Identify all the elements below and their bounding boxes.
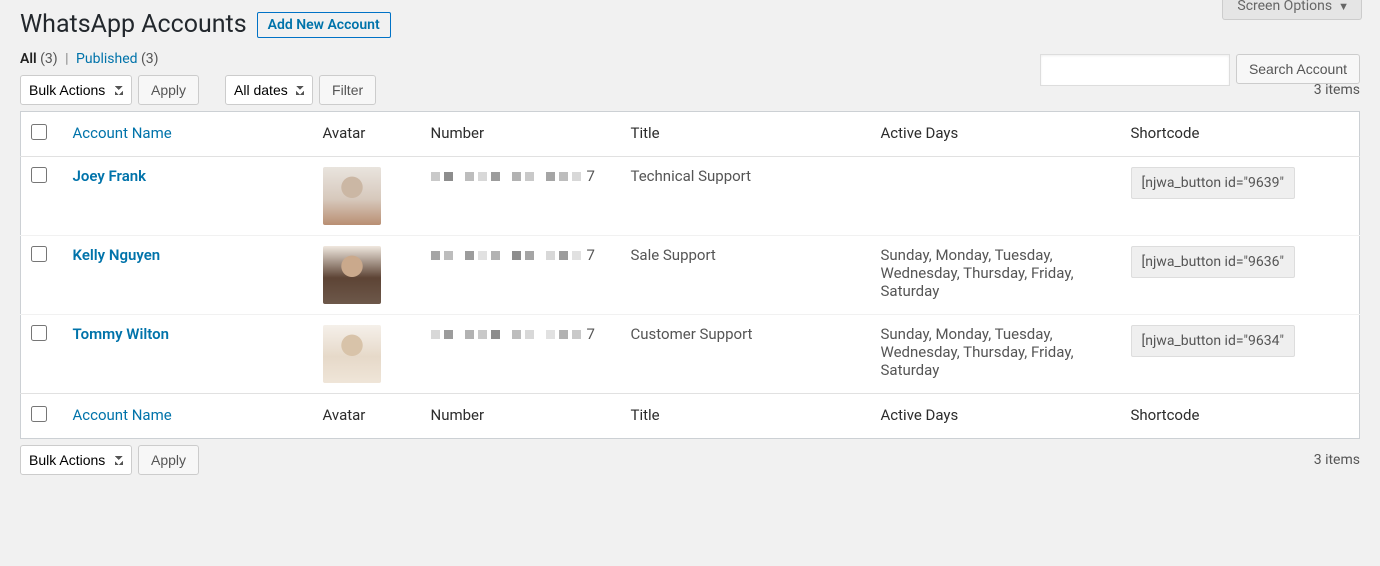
shortcode-box[interactable]: [njwa_button id="9634" (1131, 325, 1295, 357)
column-active-days-header: Active Days (871, 112, 1121, 157)
bulk-apply-button-bottom[interactable]: Apply (138, 445, 199, 475)
bulk-apply-button-top[interactable]: Apply (138, 75, 199, 105)
account-title: Sale Support (621, 236, 871, 315)
search-account-button[interactable]: Search Account (1236, 54, 1360, 84)
column-active-days-footer: Active Days (871, 394, 1121, 439)
phone-number-obscured: 7 (431, 246, 611, 264)
phone-number-visible-digit: 7 (587, 325, 595, 343)
column-number-footer: Number (421, 394, 621, 439)
chevron-down-icon: ▼ (1338, 0, 1349, 13)
column-avatar-footer: Avatar (313, 394, 421, 439)
active-days: Sunday, Monday, Tuesday, Wednesday, Thur… (871, 236, 1121, 315)
column-number-header: Number (421, 112, 621, 157)
table-row: Tommy Wilton 7 Customer SupportSunday, Mon… (21, 315, 1360, 394)
add-new-account-button[interactable]: Add New Account (257, 12, 391, 38)
shortcode-box[interactable]: [njwa_button id="9636" (1131, 246, 1295, 278)
avatar (323, 246, 381, 304)
account-title: Technical Support (621, 157, 871, 236)
shortcode-box[interactable]: [njwa_button id="9639" (1131, 167, 1295, 199)
filter-button[interactable]: Filter (319, 75, 376, 105)
select-all-bottom-checkbox[interactable] (31, 406, 47, 422)
page-title: WhatsApp Accounts (20, 10, 247, 39)
active-days (871, 157, 1121, 236)
items-count-bottom: 3 items (1314, 452, 1360, 468)
bulk-actions-select-bottom[interactable]: Bulk Actions (20, 445, 132, 475)
filter-all-count: (3) (40, 51, 58, 67)
bulk-actions-select-top[interactable]: Bulk Actions (20, 75, 132, 105)
table-row: Kelly Nguyen 7 Sale SupportSunday, Monday,… (21, 236, 1360, 315)
column-shortcode-header: Shortcode (1121, 112, 1360, 157)
avatar (323, 167, 381, 225)
filter-all-link[interactable]: All (20, 51, 40, 67)
row-checkbox[interactable] (31, 325, 47, 341)
phone-number-obscured: 7 (431, 325, 611, 343)
filter-published-count: (3) (141, 51, 159, 67)
active-days: Sunday, Monday, Tuesday, Wednesday, Thur… (871, 315, 1121, 394)
date-filter-select[interactable]: All dates (225, 75, 313, 105)
column-avatar-header: Avatar (313, 112, 421, 157)
avatar (323, 325, 381, 383)
filter-all-label: All (20, 51, 37, 67)
column-title-footer: Title (621, 394, 871, 439)
filter-separator: | (65, 51, 68, 67)
row-checkbox[interactable] (31, 167, 47, 183)
phone-number-visible-digit: 7 (587, 167, 595, 185)
select-all-top-checkbox[interactable] (31, 124, 47, 140)
screen-options-label: Screen Options (1237, 0, 1332, 14)
row-checkbox[interactable] (31, 246, 47, 262)
search-input[interactable] (1040, 54, 1230, 86)
account-title: Customer Support (621, 315, 871, 394)
column-shortcode-footer: Shortcode (1121, 394, 1360, 439)
accounts-table: Account Name Avatar Number Title Active … (20, 111, 1360, 439)
search-box: Search Account (1040, 54, 1360, 86)
phone-number-obscured: 7 (431, 167, 611, 185)
account-name-link[interactable]: Joey Frank (73, 167, 147, 185)
column-account-name-footer[interactable]: Account Name (73, 406, 172, 424)
column-title-header: Title (621, 112, 871, 157)
screen-options-button[interactable]: Screen Options ▼ (1222, 0, 1362, 20)
account-name-link[interactable]: Kelly Nguyen (73, 246, 161, 264)
filter-published-link[interactable]: Published (76, 51, 137, 67)
column-account-name-header[interactable]: Account Name (73, 124, 172, 142)
table-row: Joey Frank 7 Technical Support [njwa_button… (21, 157, 1360, 236)
phone-number-visible-digit: 7 (587, 246, 595, 264)
account-name-link[interactable]: Tommy Wilton (73, 325, 170, 343)
